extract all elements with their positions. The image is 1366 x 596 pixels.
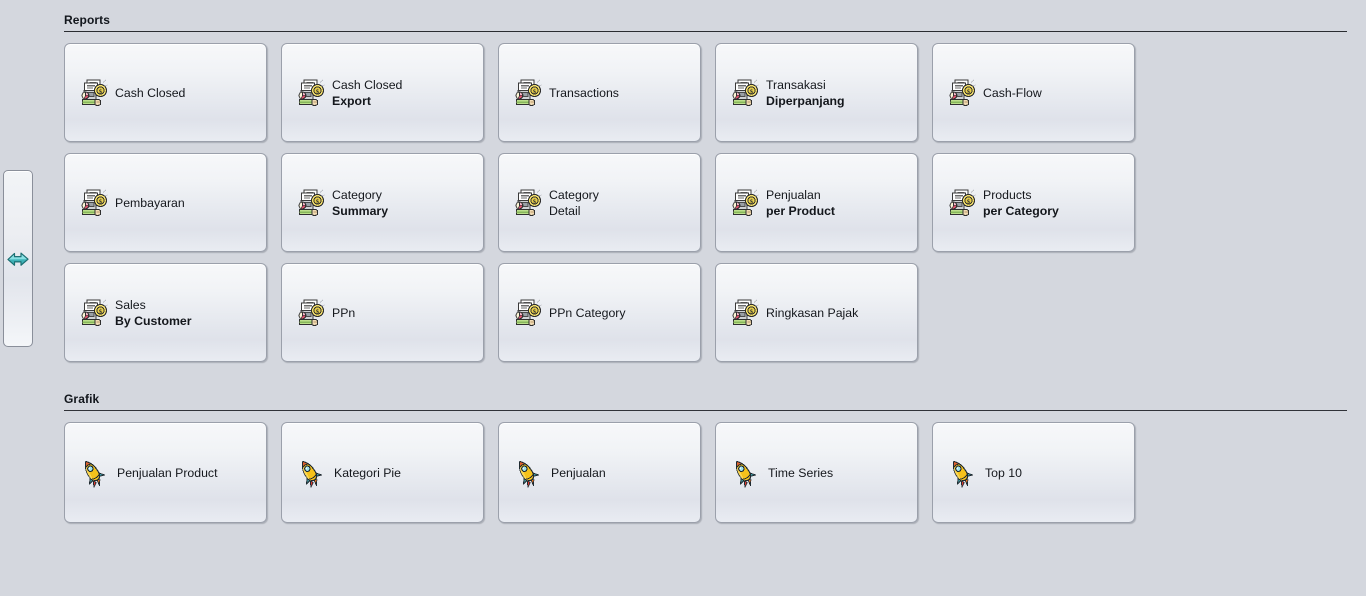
card-label: Cash-Flow: [983, 85, 1042, 101]
section-title-grafik: Grafik: [64, 392, 100, 406]
card-label: Penjualan per Product: [766, 187, 835, 219]
card-penjualan-product[interactable]: Penjualan Product: [64, 422, 267, 523]
section-divider-reports: [64, 31, 1347, 32]
card-label-line1: PPn Category: [549, 305, 626, 320]
card-products-per-category[interactable]: $ Products per Category: [932, 153, 1135, 252]
card-label-line2: Detail: [549, 203, 581, 218]
report-money-icon: $: [297, 78, 325, 108]
card-label: Kategori Pie: [334, 465, 401, 481]
card-penjualan-per-product[interactable]: $ Penjualan per Product: [715, 153, 918, 252]
card-label-line1: Top 10: [985, 465, 1022, 480]
card-penjualan[interactable]: Penjualan: [498, 422, 701, 523]
card-label-line1: Penjualan: [551, 465, 606, 480]
card-label: Time Series: [768, 465, 833, 481]
card-label: Penjualan: [551, 465, 606, 481]
report-money-icon: $: [731, 78, 759, 108]
reports-card-grid: $ Cash Closed $ Cash Closed Export $ Tra…: [64, 43, 1347, 362]
card-label: Transakasi Diperpanjang: [766, 77, 845, 109]
rocket-icon: [948, 458, 974, 488]
rocket-icon: [731, 458, 757, 488]
card-label-line2: per Product: [766, 203, 836, 218]
card-label-line1: Ringkasan Pajak: [766, 305, 859, 320]
card-label-line1: Cash-Flow: [983, 85, 1042, 100]
section-title-reports: Reports: [64, 13, 111, 27]
card-top-10[interactable]: Top 10: [932, 422, 1135, 523]
report-money-icon: $: [80, 188, 108, 218]
card-label-line2: By Customer: [115, 313, 192, 328]
card-cash-closed[interactable]: $ Cash Closed: [64, 43, 267, 142]
card-label-line2: Diperpanjang: [766, 93, 845, 108]
report-money-icon: $: [514, 298, 542, 328]
card-kategori-pie[interactable]: Kategori Pie: [281, 422, 484, 523]
report-money-icon: $: [731, 188, 759, 218]
card-label-line1: Sales: [115, 297, 146, 312]
card-label: Category Summary: [332, 187, 388, 219]
card-label-line2: Export: [332, 93, 371, 108]
card-label: PPn: [332, 305, 355, 321]
card-ppn-category[interactable]: $ PPn Category: [498, 263, 701, 362]
reports-page-content: Reports $ Cash Closed $ Cash Closed Expo…: [64, 0, 1347, 596]
card-label-line1: PPn: [332, 305, 356, 320]
card-label-line1: Penjualan Product: [117, 465, 218, 480]
card-ppn[interactable]: $ PPn: [281, 263, 484, 362]
card-label: Penjualan Product: [117, 465, 218, 481]
card-label: Sales By Customer: [115, 297, 192, 329]
card-category-detail[interactable]: $ Category Detail: [498, 153, 701, 252]
card-label: Transactions: [549, 85, 619, 101]
report-money-icon: $: [731, 298, 759, 328]
card-label-line1: Transakasi: [766, 77, 826, 92]
rocket-icon: [80, 458, 106, 488]
card-label: Top 10: [985, 465, 1022, 481]
section-divider-grafik: [64, 410, 1347, 411]
card-label-line1: Kategori Pie: [334, 465, 401, 480]
card-label-line1: Category: [332, 187, 382, 202]
card-label-line1: Pembayaran: [115, 195, 185, 210]
report-money-icon: $: [80, 78, 108, 108]
card-label: Ringkasan Pajak: [766, 305, 858, 321]
card-label: Cash Closed: [115, 85, 185, 101]
report-money-icon: $: [297, 298, 325, 328]
section-grafik: Grafik Penjualan Product Kategori Pie Pe…: [64, 379, 1347, 523]
card-time-series[interactable]: Time Series: [715, 422, 918, 523]
card-pembayaran[interactable]: $ Pembayaran: [64, 153, 267, 252]
report-money-icon: $: [514, 78, 542, 108]
report-money-icon: $: [297, 188, 325, 218]
card-label-line1: Transactions: [549, 85, 619, 100]
card-category-summary[interactable]: $ Category Summary: [281, 153, 484, 252]
report-money-icon: $: [80, 298, 108, 328]
card-label: Products per Category: [983, 187, 1059, 219]
sidebar-expand-splitter[interactable]: [3, 170, 33, 347]
card-label: PPn Category: [549, 305, 626, 321]
card-cash-closed-export[interactable]: $ Cash Closed Export: [281, 43, 484, 142]
card-label: Cash Closed Export: [332, 77, 402, 109]
rocket-icon: [514, 458, 540, 488]
card-label: Pembayaran: [115, 195, 185, 211]
card-transactions[interactable]: $ Transactions: [498, 43, 701, 142]
report-money-icon: $: [514, 188, 542, 218]
card-label-line1: Cash Closed: [115, 85, 186, 100]
card-sales-by-customer[interactable]: $ Sales By Customer: [64, 263, 267, 362]
card-label-line1: Cash Closed: [332, 77, 403, 92]
double-arrow-right-icon[interactable]: [5, 246, 31, 272]
card-label-line2: Summary: [332, 203, 389, 218]
report-money-icon: $: [948, 188, 976, 218]
card-label-line1: Products: [983, 187, 1032, 202]
card-ringkasan-pajak[interactable]: $ Ringkasan Pajak: [715, 263, 918, 362]
card-label-line1: Penjualan: [766, 187, 821, 202]
card-transakasi-diperpanjang[interactable]: $ Transakasi Diperpanjang: [715, 43, 918, 142]
card-label-line1: Time Series: [768, 465, 834, 480]
card-label: Category Detail: [549, 187, 599, 219]
card-label-line1: Category: [549, 187, 599, 202]
card-label-line2: per Category: [983, 203, 1059, 218]
grafik-card-grid: Penjualan Product Kategori Pie Penjualan…: [64, 422, 1347, 523]
report-money-icon: $: [948, 78, 976, 108]
section-reports: Reports $ Cash Closed $ Cash Closed Expo…: [64, 0, 1347, 362]
card-cash-flow[interactable]: $ Cash-Flow: [932, 43, 1135, 142]
rocket-icon: [297, 458, 323, 488]
